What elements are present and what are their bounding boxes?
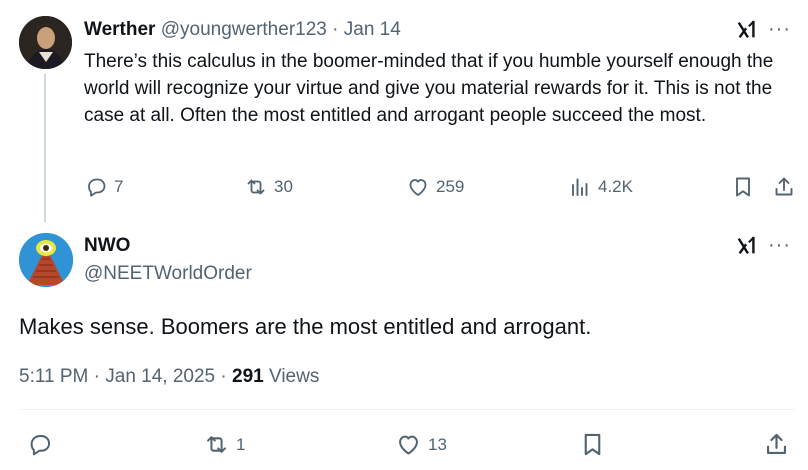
views-label: Views (269, 366, 320, 387)
repost-icon (207, 436, 226, 453)
main-avatar[interactable] (19, 233, 73, 287)
grok-icon[interactable] (736, 235, 758, 257)
grok-icon[interactable] (736, 19, 758, 41)
share-button[interactable] (763, 431, 790, 458)
divider (19, 409, 795, 410)
share-button[interactable] (772, 175, 796, 199)
reply-icon (30, 435, 51, 456)
like-button[interactable]: 259 (406, 175, 464, 199)
more-icon[interactable]: ··· (768, 19, 791, 39)
views-count: 4.2K (598, 177, 633, 196)
meta-separator: · (93, 366, 100, 387)
main-handle[interactable]: @NEETWorldOrder (84, 262, 252, 286)
reply-count: 7 (114, 177, 124, 196)
parent-handle[interactable]: @youngwerther123 (161, 19, 327, 40)
tweet-time[interactable]: 5:11 PM (19, 366, 88, 387)
parent-display-name[interactable]: Werther (84, 19, 155, 40)
repost-count: 1 (236, 434, 246, 454)
like-count: 13 (428, 434, 447, 454)
repost-button[interactable]: 30 (244, 175, 293, 199)
thread-line (44, 74, 46, 222)
share-icon (766, 433, 787, 455)
like-icon (399, 435, 418, 455)
repost-button[interactable]: 1 (203, 431, 245, 458)
reply-icon (88, 178, 106, 197)
repost-icon (247, 179, 265, 195)
like-icon (409, 179, 427, 196)
bookmark-icon (584, 433, 601, 456)
meta-separator: · (220, 366, 227, 387)
like-button[interactable]: 13 (395, 431, 447, 458)
views-count: 291 (232, 366, 264, 387)
share-icon (775, 177, 793, 196)
parent-date[interactable]: Jan 14 (344, 19, 401, 40)
tweet-meta: 5:11 PM · Jan 14, 2025 · 291 Views (19, 364, 319, 390)
parent-avatar[interactable] (19, 16, 72, 69)
header-separator: · (332, 19, 339, 40)
main-display-name[interactable]: NWO (84, 234, 130, 258)
reply-button[interactable]: 7 (84, 175, 123, 199)
reply-button[interactable] (26, 431, 53, 458)
tweet-date[interactable]: Jan 14, 2025 (105, 366, 215, 387)
parent-tweet-header: Werther @youngwerther123 · Jan 14 (84, 18, 401, 42)
views-icon (572, 178, 588, 196)
bookmark-icon (736, 177, 750, 197)
bookmark-button[interactable] (731, 175, 755, 199)
like-count: 259 (436, 177, 465, 196)
parent-tweet-text: There’s this calculus in the boomer-mind… (84, 51, 774, 126)
repost-count: 30 (274, 177, 293, 196)
views-button[interactable]: 4.2K (568, 175, 633, 199)
main-tweet-text: Makes sense. Boomers are the most entitl… (19, 314, 592, 339)
more-icon[interactable]: ··· (768, 235, 791, 255)
bookmark-button[interactable] (579, 431, 606, 458)
